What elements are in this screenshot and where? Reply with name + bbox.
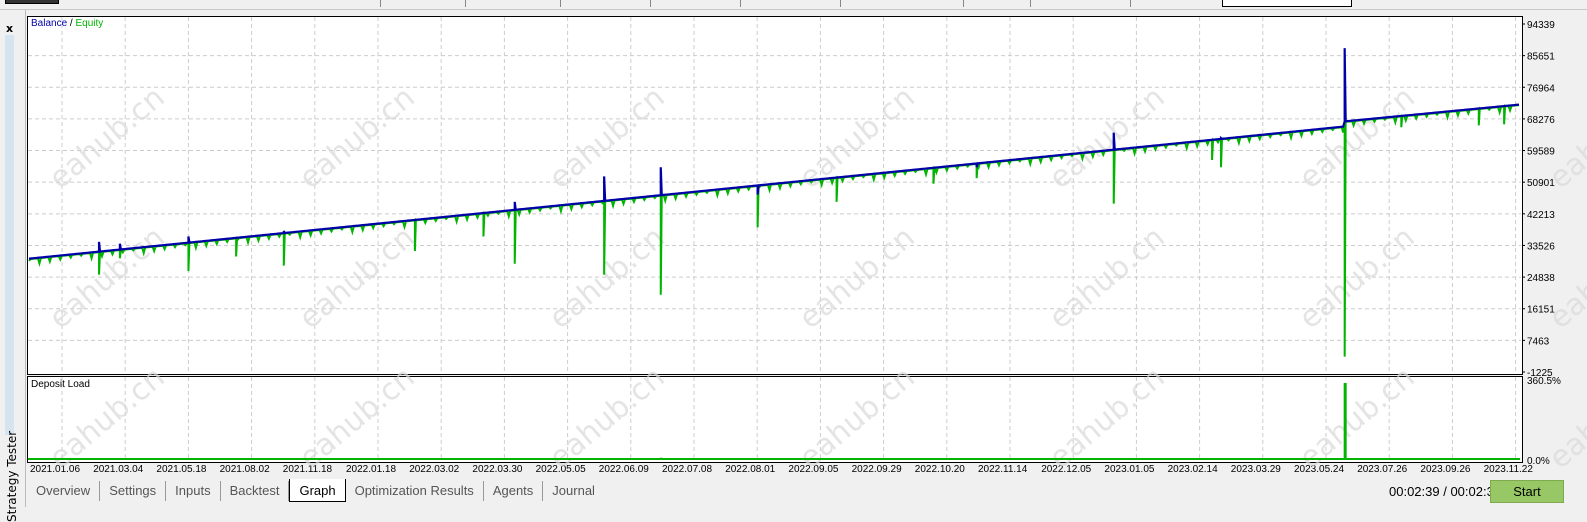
deposit-load-bar	[1344, 383, 1347, 459]
x-tick-label: 2022.11.14	[978, 464, 1028, 475]
y-tick-label: 76964	[1527, 83, 1555, 94]
tab-settings[interactable]: Settings	[100, 481, 166, 501]
x-tick-label: 2022.08.01	[725, 464, 775, 475]
x-tick-label: 2021.05.18	[156, 464, 206, 475]
x-tick-label: 2022.10.20	[915, 464, 965, 475]
tab-inputs[interactable]: Inputs	[166, 481, 220, 501]
legend-balance: Balance	[31, 18, 67, 29]
balance-line	[29, 48, 1519, 258]
x-tick-label: 2022.01.18	[346, 464, 396, 475]
y-tick-label: 33526	[1527, 241, 1555, 252]
chart-canvas: 9433985651769646827659589509014221333526…	[0, 0, 1587, 507]
x-tick-label: 2022.06.09	[599, 464, 649, 475]
x-tick-label: 2022.03.30	[472, 464, 522, 475]
deposit-load-bar	[603, 458, 606, 459]
tester-tabs: Overview Settings Inputs Backtest Graph …	[27, 479, 604, 501]
watermark: eahub.cn	[1543, 80, 1587, 196]
x-tick-label: 2021.08.02	[220, 464, 270, 475]
tab-overview[interactable]: Overview	[27, 481, 100, 501]
watermark: eahub.cn	[1293, 80, 1422, 196]
x-tick-label: 2023.09.26	[1420, 464, 1470, 475]
y-tick-label: 42213	[1527, 210, 1555, 221]
deposit-load-bar	[660, 458, 663, 459]
y-tick-label: 94339	[1527, 20, 1555, 31]
x-tick-label: 2023.02.14	[1168, 464, 1218, 475]
chart-legend: Balance / Equity	[31, 18, 103, 29]
legend-equity: Equity	[75, 18, 103, 29]
x-tick-label: 2022.07.08	[662, 464, 712, 475]
y-tick-label: 360.5%	[1527, 376, 1561, 387]
watermark: eahub.cn	[543, 220, 672, 336]
x-tick-label: 2022.09.29	[852, 464, 902, 475]
tab-journal[interactable]: Journal	[543, 481, 604, 501]
watermark: eahub.cn	[793, 80, 922, 196]
y-tick-label: 0.0%	[1527, 456, 1550, 467]
watermark: eahub.cn	[1043, 80, 1172, 196]
y-tick-label: 7463	[1527, 336, 1550, 347]
watermark: eahub.cn	[793, 220, 922, 336]
tab-backtest[interactable]: Backtest	[221, 481, 290, 501]
watermark: eahub.cn	[1043, 220, 1172, 336]
deposit-load-bar	[98, 458, 101, 459]
start-button[interactable]: Start	[1490, 480, 1564, 503]
x-tick-label: 2021.03.04	[93, 464, 143, 475]
x-tick-label: 2022.03.02	[409, 464, 459, 475]
watermark: eahub.cn	[293, 220, 422, 336]
x-tick-label: 2023.07.26	[1357, 464, 1407, 475]
y-tick-label: 68276	[1527, 115, 1555, 126]
tab-optimization-results[interactable]: Optimization Results	[346, 481, 484, 501]
tab-agents[interactable]: Agents	[484, 481, 543, 501]
tab-graph[interactable]: Graph	[289, 479, 345, 502]
y-tick-label: 24838	[1527, 273, 1555, 284]
watermark: eahub.cn	[293, 80, 422, 196]
y-tick-label: 59589	[1527, 147, 1555, 158]
deposit-load-title: Deposit Load	[31, 379, 90, 390]
watermark: eahub.cn	[1293, 220, 1422, 336]
x-tick-label: 2023.03.29	[1231, 464, 1281, 475]
equity-line	[29, 105, 1519, 356]
y-tick-label: 85651	[1527, 52, 1555, 63]
watermark: eahub.cn	[543, 80, 672, 196]
x-tick-label: 2023.01.05	[1104, 464, 1154, 475]
elapsed-timer: 00:02:39 / 00:02:39	[1389, 484, 1501, 499]
x-tick-label: 2023.11.22	[1484, 464, 1534, 475]
